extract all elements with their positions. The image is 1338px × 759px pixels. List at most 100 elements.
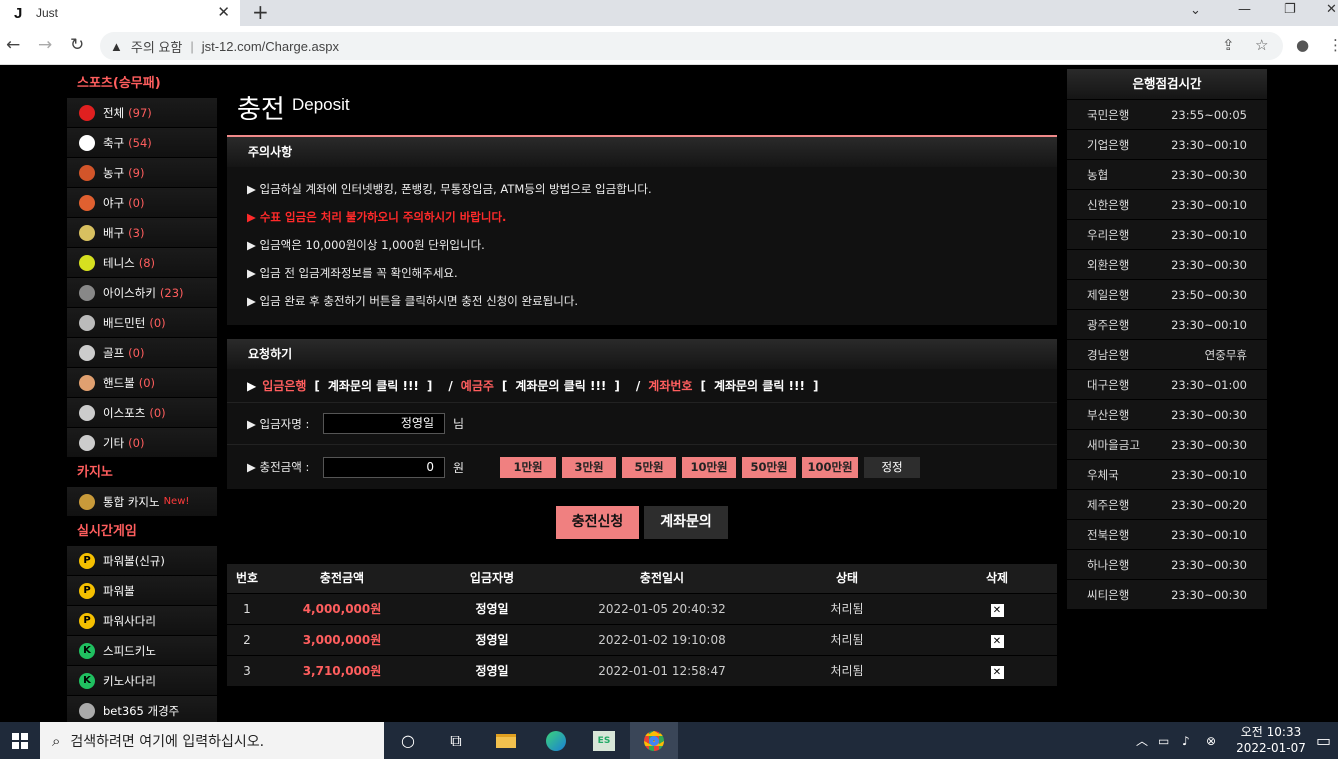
new-tab-icon[interactable]: +	[252, 0, 269, 24]
bank-maintenance-time: 23:30~00:30	[1171, 407, 1247, 422]
account-inquiry-button[interactable]: 계좌문의	[644, 506, 728, 539]
notification-badge-icon[interactable]: ⊗	[1206, 722, 1216, 759]
network-icon[interactable]: ▭	[1158, 722, 1169, 759]
task-view-icon[interactable]: ⧉	[432, 722, 480, 759]
browser-tab[interactable]: J Just ✕	[0, 0, 240, 26]
bank-hours-row: 새마을금고 23:30~00:30	[1067, 429, 1267, 459]
sidebar-item-sports[interactable]: 농구 (9)	[67, 158, 217, 188]
app-es-icon[interactable]: ES	[580, 722, 628, 759]
notice-item: ▶ 수표 입금은 처리 불가하오니 주의하시기 바랍니다.	[247, 210, 507, 224]
amount-suffix: 원	[453, 460, 465, 475]
amount-preset-button[interactable]: 1만원	[500, 456, 557, 478]
url-text[interactable]: jst-12.com/Charge.aspx	[202, 39, 339, 54]
windows-logo-icon	[12, 732, 28, 749]
taskbar-search-box[interactable]: ⌕ 검색하려면 여기에 입력하십시오.	[40, 722, 384, 759]
sidebar-item-sports[interactable]: 골프 (0)	[67, 338, 217, 368]
amount-preset-button[interactable]: 3만원	[562, 456, 617, 478]
account-number-inquiry-link[interactable]: 계좌문의 클릭 !!!	[714, 377, 805, 394]
sidebar-item-sports[interactable]: 기타 (0)	[67, 428, 217, 458]
sidebar-item-sports[interactable]: 아이스하키 (23)	[67, 278, 217, 308]
sidebar-item-live[interactable]: P 파워사다리	[67, 606, 217, 636]
sidebar-item-count: (3)	[128, 225, 145, 240]
sidebar-item-sports[interactable]: 배구 (3)	[67, 218, 217, 248]
tab-title: Just	[36, 6, 59, 20]
holder-close-bracket: ]	[614, 378, 620, 393]
holder-inquiry-link[interactable]: 계좌문의 클릭 !!!	[515, 377, 606, 394]
column-header: 충전금액	[319, 571, 365, 585]
back-arrow-icon[interactable]: ←	[6, 35, 20, 55]
new-badge: New!	[163, 496, 190, 507]
handball-icon	[79, 374, 95, 391]
amount-preset-button[interactable]: 100만원	[802, 456, 859, 478]
sidebar-item-sports[interactable]: 배드민턴 (0)	[67, 308, 217, 338]
amount-input[interactable]: 0	[323, 456, 445, 478]
bank-maintenance-time: 23:30~00:30	[1171, 557, 1247, 572]
sidebar-item-sports[interactable]: 핸드볼 (0)	[67, 368, 217, 398]
bank-name: 하나은행	[1087, 557, 1130, 572]
reset-button[interactable]: 정정	[864, 456, 921, 478]
sidebar-item-live[interactable]: P 파워볼	[67, 576, 217, 606]
profile-avatar-icon[interactable]: ●	[1296, 36, 1309, 54]
main-content: 충전 Deposit 주의사항 ▶ 입금하실 계좌에 인터넷뱅킹, 폰뱅킹, 무…	[227, 65, 1057, 686]
depositor-name-input[interactable]: 정영일	[323, 413, 445, 434]
window-close-icon[interactable]: ✕	[1326, 2, 1337, 17]
amount-preset-button[interactable]: 10만원	[682, 456, 737, 478]
bank-hours-row: 씨티은행 23:30~00:30	[1067, 579, 1267, 609]
volume-icon[interactable]: ♪	[1182, 722, 1190, 759]
tray-chevron-icon[interactable]: ︿	[1136, 722, 1148, 759]
share-icon[interactable]: ⇪	[1222, 36, 1235, 54]
delete-icon[interactable]: ✕	[990, 666, 1004, 679]
sidebar-item-casino[interactable]: 통합 카지노 New!	[67, 487, 217, 517]
delete-icon[interactable]: ✕	[990, 635, 1004, 648]
submit-deposit-button[interactable]: 충전신청	[556, 506, 639, 539]
live-game-list: P 파워볼(신규) P 파워볼 P 파워사다리 K 스피드키노 K 키노사다리 bet365 개경주	[67, 546, 217, 726]
delete-icon[interactable]: ✕	[990, 604, 1004, 617]
bank-inquiry-link[interactable]: 계좌문의 클릭 !!!	[328, 377, 419, 394]
table-cell-no: 3	[243, 664, 251, 678]
bank-label: 입금은행	[262, 379, 307, 393]
chrome-icon[interactable]	[630, 722, 678, 759]
number-close-bracket: ]	[812, 378, 819, 393]
bookmark-star-icon[interactable]: ☆	[1255, 36, 1268, 54]
amount-preset-button[interactable]: 5만원	[622, 456, 677, 478]
minimize-icon[interactable]: —	[1238, 2, 1251, 17]
table-cell-date: 2022-01-05 20:40:32	[598, 602, 726, 616]
security-label[interactable]: 주의 요함	[131, 37, 182, 56]
edge-browser-icon[interactable]	[532, 722, 580, 759]
delete-cell: ✕	[937, 625, 1057, 655]
sidebar-item-sports[interactable]: 야구 (0)	[67, 188, 217, 218]
amount-preset-button[interactable]: 50만원	[742, 456, 797, 478]
bank-hours-row: 우체국 23:30~00:10	[1067, 459, 1267, 489]
sidebar-item-count: (0)	[128, 195, 145, 210]
menu-kebab-icon[interactable]: ⋮	[1328, 36, 1338, 54]
soccer-ball-icon	[79, 134, 95, 151]
maximize-icon[interactable]: ❐	[1284, 2, 1296, 17]
forward-arrow-icon[interactable]: →	[38, 35, 52, 55]
address-bar[interactable]: ▲ 주의 요함 | jst-12.com/Charge.aspx	[100, 32, 1283, 60]
sidebar-item-sports[interactable]: 테니스 (8)	[67, 248, 217, 278]
cortana-icon[interactable]: ○	[384, 722, 432, 759]
taskbar-clock[interactable]: 오전 10:33 2022-01-07	[1226, 724, 1316, 756]
sidebar-item-live[interactable]: P 파워볼(신규)	[67, 546, 217, 576]
sidebar-item-sports[interactable]: 전체 (97)	[67, 98, 217, 128]
request-header: 요청하기	[227, 339, 1057, 369]
sidebar-item-label: 기타	[103, 435, 125, 450]
reload-icon[interactable]: ↻	[70, 35, 84, 55]
sidebar-item-sports[interactable]: 축구 (54)	[67, 128, 217, 158]
misc-sport-icon	[79, 434, 95, 451]
bank-maintenance-time: 23:55~00:05	[1171, 107, 1247, 122]
sidebar-item-label: 이스포츠	[103, 405, 146, 420]
action-center-icon[interactable]: ▭	[1316, 722, 1331, 759]
sidebar-item-sports[interactable]: 이스포츠 (0)	[67, 398, 217, 428]
file-explorer-icon[interactable]	[482, 722, 530, 759]
sidebar-item-live[interactable]: K 스피드키노	[67, 636, 217, 666]
close-tab-icon[interactable]: ✕	[217, 3, 230, 21]
sidebar-item-count: (9)	[128, 165, 145, 180]
notice-item: ▶ 입금액은 10,000원이상 1,000원 단위입니다.	[247, 238, 485, 252]
keno-icon: K	[79, 672, 95, 689]
bank-maintenance-time: 23:30~00:10	[1171, 317, 1247, 332]
tab-search-chevron-icon[interactable]: ⌄	[1190, 3, 1201, 18]
windows-start-button[interactable]	[0, 722, 40, 759]
sidebar-item-live[interactable]: K 키노사다리	[67, 666, 217, 696]
warning-triangle-icon[interactable]: ▲	[110, 39, 123, 54]
